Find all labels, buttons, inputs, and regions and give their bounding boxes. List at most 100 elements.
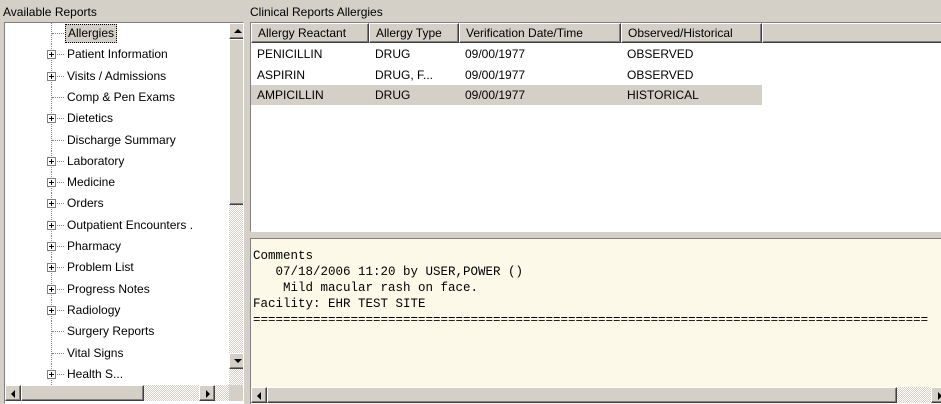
tree-connector-line (57, 54, 64, 56)
tree-connector-line (57, 118, 64, 120)
plus-box-icon[interactable] (47, 156, 56, 166)
table-cell: OBSERVED (627, 67, 694, 82)
arrow-left-icon (11, 390, 15, 398)
column-header-verification-date[interactable]: Verification Date/Time (459, 23, 621, 43)
arrow-right-icon (206, 390, 210, 398)
tree-item-label: Discharge Summary (67, 132, 176, 147)
tree-scroll-left-button[interactable] (5, 385, 21, 401)
tree-scroll-up-button[interactable] (229, 23, 243, 39)
plus-box-icon[interactable] (47, 178, 56, 188)
tree-item[interactable]: Surgery Reports (5, 321, 229, 343)
table-cell: DRUG (375, 47, 411, 61)
tree-item[interactable]: Progress Notes (5, 278, 229, 300)
arrow-down-icon (234, 359, 242, 363)
table-cell: HISTORICAL (627, 88, 699, 102)
table-cell: ASPIRIN (257, 67, 306, 82)
tree-item-label: Allergies (65, 24, 118, 43)
table-cell: PENICILLIN (257, 47, 323, 61)
plus-box-icon[interactable] (47, 50, 56, 60)
tree-item[interactable]: Vital Signs (5, 342, 229, 364)
column-header-filler (762, 23, 941, 43)
separator-line: ========================================… (253, 313, 929, 327)
table-cell: DRUG, F... (375, 67, 434, 82)
tree-scroll-right-button[interactable] (199, 385, 215, 401)
tree-item[interactable]: Visits / Admissions (5, 65, 229, 87)
tree-hscroll-thumb[interactable] (21, 385, 144, 401)
tree-item[interactable]: Health S... (5, 363, 229, 385)
tree-connector-line (57, 246, 64, 247)
column-header-observed-historical[interactable]: Observed/Historical (621, 23, 762, 43)
list-header: Allergy Reactant Allergy Type Verificati… (251, 23, 941, 43)
tree-item-label: Patient Information (67, 47, 168, 62)
tree-item[interactable]: Medicine (5, 172, 229, 194)
plus-box-icon[interactable] (47, 242, 56, 251)
plus-box-icon[interactable] (47, 284, 56, 294)
table-cell: OBSERVED (627, 47, 694, 61)
comment-entry-line: 07/18/2006 11:20 by USER,POWER () (253, 265, 524, 279)
tree-horizontal-scrollbar[interactable] (5, 385, 229, 401)
tree-item-label: Problem List (67, 260, 134, 275)
available-reports-title: Available Reports (3, 5, 97, 19)
tree-item[interactable]: Dietetics (5, 108, 229, 130)
plus-box-icon[interactable] (47, 263, 56, 273)
tree-vertical-scrollbar[interactable] (229, 23, 243, 385)
tree-item-label: Radiology (67, 302, 121, 317)
plus-box-icon[interactable] (47, 71, 56, 81)
reports-tree[interactable]: Allergies Patient Information Visits / Adm… (4, 22, 244, 404)
tree-item-label: Outpatient Encounters . (67, 217, 194, 232)
tree-connector-line (57, 267, 64, 269)
tree-item[interactable]: Radiology (5, 299, 229, 321)
tree-connector-line (57, 373, 64, 375)
tree-scroll-thumb[interactable] (229, 39, 243, 205)
table-cell: 09/00/1977 (465, 67, 526, 82)
comment-body-line: Mild macular rash on face. (253, 281, 479, 295)
comments-scroll-right-button[interactable] (931, 387, 941, 403)
tree-item[interactable]: Discharge Summary (5, 129, 229, 151)
tree-item[interactable]: Comp & Pen Exams (5, 86, 229, 108)
allergies-list-view[interactable]: Allergy Reactant Allergy Type Verificati… (250, 22, 941, 232)
tree-item-label: Orders (67, 196, 104, 211)
table-row[interactable]: AMPICILLIN DRUG 09/00/1977 HISTORICAL (251, 85, 762, 105)
column-header-allergy-type[interactable]: Allergy Type (369, 23, 459, 43)
comments-heading: Comments (253, 249, 314, 263)
tree-connector-line (57, 182, 64, 184)
tree-connector-line (52, 139, 64, 141)
comments-panel[interactable]: Comments 07/18/2006 11:20 by USER,POWER … (250, 238, 941, 404)
tree-item[interactable]: Pharmacy (5, 236, 229, 257)
tree-item[interactable]: Outpatient Encounters . (5, 214, 229, 236)
tree-connector-line (52, 331, 64, 333)
tree-item-label: Vital Signs (67, 345, 124, 360)
reports-tree-viewport: Allergies Patient Information Visits / Adm… (5, 23, 229, 385)
tree-item[interactable]: Orders (5, 193, 229, 215)
tree-connector-line (57, 160, 64, 162)
tree-connector-line (52, 352, 64, 354)
tree-item[interactable]: Problem List (5, 257, 229, 279)
comments-horizontal-scrollbar[interactable] (251, 387, 941, 403)
column-header-allergy-reactant[interactable]: Allergy Reactant (251, 23, 369, 43)
comments-scroll-left-button[interactable] (251, 387, 267, 403)
tree-connector-line (57, 203, 64, 205)
tree-item-label: Dietetics (67, 111, 114, 126)
tree-item[interactable]: Allergies (5, 23, 229, 44)
tree-item[interactable]: Patient Information (5, 44, 229, 66)
table-cell: 09/00/1977 (465, 88, 526, 102)
tree-connector-line (57, 309, 64, 311)
tree-connector-line (57, 75, 64, 77)
plus-box-icon[interactable] (47, 305, 56, 315)
table-row[interactable]: PENICILLIN DRUG 09/00/1977 OBSERVED (251, 44, 762, 64)
plus-box-icon[interactable] (47, 220, 56, 230)
arrow-left-icon (257, 392, 261, 400)
table-row[interactable]: ASPIRIN DRUG, F... 09/00/1977 OBSERVED (251, 65, 762, 85)
arrow-up-icon (234, 29, 242, 33)
tree-item-label: Comp & Pen Exams (67, 89, 176, 104)
tree-item-label: Laboratory (67, 153, 125, 168)
plus-box-icon[interactable] (47, 369, 56, 379)
table-cell: 09/00/1977 (465, 47, 526, 61)
tree-item-label: Medicine (67, 175, 116, 190)
plus-box-icon[interactable] (47, 199, 56, 209)
comments-hscroll-thumb[interactable] (267, 387, 897, 403)
tree-item[interactable]: Laboratory (5, 150, 229, 172)
table-cell: AMPICILLIN (257, 88, 324, 102)
plus-box-icon[interactable] (47, 114, 56, 124)
tree-scroll-down-button[interactable] (229, 353, 243, 369)
